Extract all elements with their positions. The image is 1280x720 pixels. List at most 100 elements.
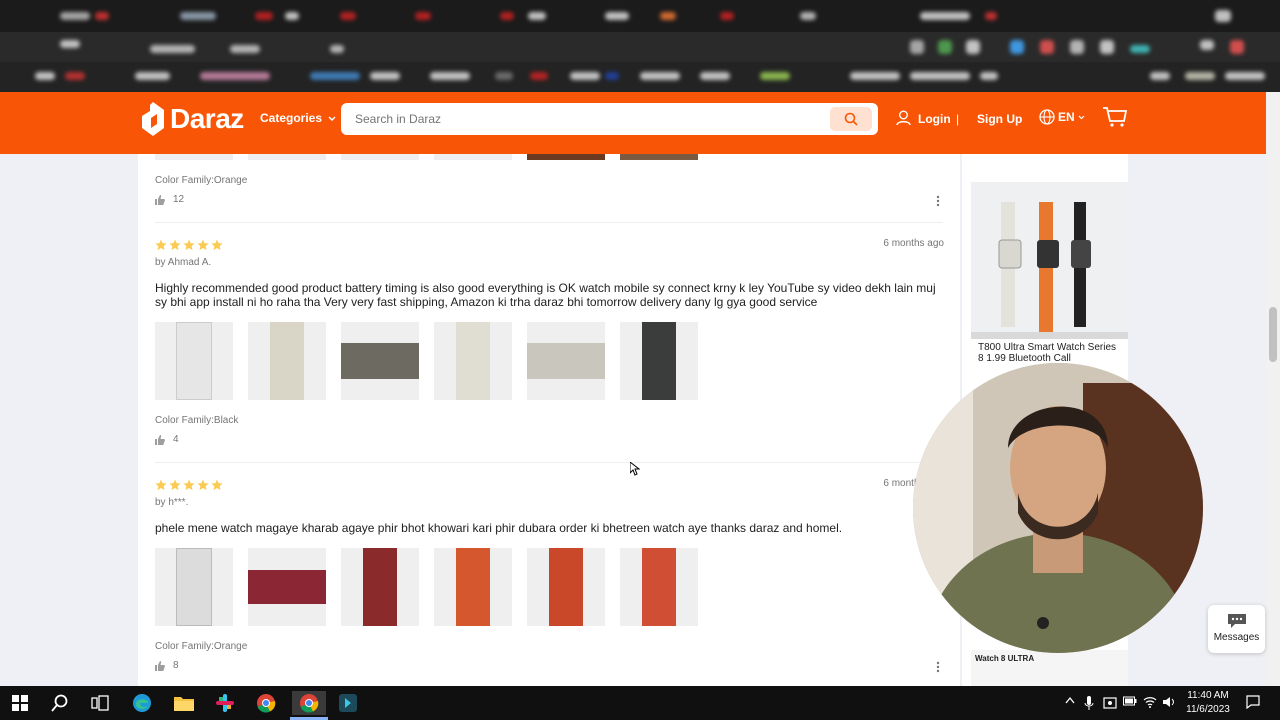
screen-capture-icon[interactable] [1103, 696, 1117, 710]
review-photo[interactable] [527, 322, 605, 400]
star-icon [183, 479, 195, 491]
review-photo[interactable] [341, 322, 419, 400]
star-icon [155, 239, 167, 251]
recorder-app-icon [339, 694, 357, 712]
review-author: by Ahmad A. [155, 257, 212, 268]
presenter-video [913, 363, 1203, 653]
scrollbar-thumb[interactable] [1269, 307, 1277, 362]
review-photo[interactable] [155, 322, 233, 400]
like-count: 8 [173, 660, 179, 671]
taskbar-chrome[interactable] [254, 691, 278, 715]
color-family: Color Family:Black [155, 415, 239, 426]
task-view-button[interactable] [88, 691, 112, 715]
taskbar-chrome-active[interactable] [292, 691, 326, 715]
product-label: Watch 8 ULTRA [975, 654, 1035, 663]
taskbar-clock[interactable]: 11:40 AM 11/6/2023 [1178, 689, 1238, 717]
edge-icon [133, 694, 151, 712]
star-icon [197, 479, 209, 491]
site-header: Daraz Categories Login | Sign Up EN [0, 92, 1266, 154]
color-family: Color Family:Orange [155, 641, 248, 652]
messages-button[interactable]: Messages [1208, 605, 1265, 653]
star-icon [211, 239, 223, 251]
review-photo[interactable] [620, 322, 698, 400]
folder-icon [174, 697, 194, 711]
taskbar-recorder[interactable] [336, 691, 360, 715]
chevron-up-icon[interactable] [1065, 696, 1075, 704]
review-photos [155, 548, 698, 626]
review-photo[interactable] [155, 548, 233, 626]
rating-stars [155, 479, 223, 491]
product-image[interactable] [971, 182, 1128, 339]
review-photo[interactable] [527, 154, 605, 160]
like-count: 4 [173, 434, 179, 445]
like-button[interactable]: 12 [155, 194, 184, 205]
browser-chrome [0, 0, 1280, 92]
notifications-icon[interactable] [1246, 695, 1260, 709]
wifi-icon[interactable] [1143, 696, 1157, 708]
product-image[interactable]: Watch 8 ULTRA [971, 650, 1128, 686]
page-scrollbar[interactable] [1266, 92, 1280, 686]
review-photo[interactable] [620, 548, 698, 626]
star-icon [169, 479, 181, 491]
review-photo[interactable] [248, 154, 326, 160]
webcam-overlay [913, 363, 1203, 653]
review-text: phele mene watch magaye kharab agaye phi… [155, 521, 843, 535]
taskbar-edge[interactable] [130, 691, 154, 715]
review-photo[interactable] [341, 154, 419, 160]
thumbs-up-icon [155, 194, 165, 205]
search-button[interactable] [830, 107, 872, 131]
clock-date: 11/6/2023 [1186, 704, 1230, 715]
battery-icon[interactable] [1123, 696, 1137, 706]
taskbar-search-button[interactable] [48, 691, 72, 715]
review-divider [155, 462, 943, 463]
more-options-icon[interactable] [936, 661, 940, 673]
rating-stars [155, 239, 223, 251]
search-icon [844, 112, 858, 126]
chat-icon [1227, 614, 1246, 628]
chrome-icon [300, 694, 319, 713]
mouse-cursor-icon [630, 462, 640, 476]
review-photo[interactable] [620, 154, 698, 160]
like-count: 12 [173, 194, 185, 205]
star-icon [155, 479, 167, 491]
like-button[interactable]: 4 [155, 434, 179, 445]
signup-link[interactable]: Sign Up [977, 112, 1022, 126]
brand-name: Daraz [170, 103, 244, 134]
more-options-icon[interactable] [936, 195, 940, 207]
review-photo[interactable] [341, 548, 419, 626]
review-photo[interactable] [434, 322, 512, 400]
star-icon [169, 239, 181, 251]
review-photo[interactable] [155, 154, 233, 160]
daraz-logo[interactable]: Daraz [142, 100, 244, 138]
product-title[interactable]: T800 Ultra Smart Watch Series 8 1.99 Blu… [978, 342, 1124, 364]
taskbar-slack[interactable] [213, 691, 237, 715]
globe-icon [1039, 109, 1055, 125]
language-selector[interactable]: EN [1039, 109, 1085, 125]
review-author: by h***. [155, 497, 189, 508]
search-input[interactable] [355, 103, 825, 135]
review-photo[interactable] [248, 548, 326, 626]
like-button[interactable]: 8 [155, 660, 179, 671]
search-icon [51, 694, 68, 712]
review-photo[interactable] [434, 154, 512, 160]
star-icon [211, 479, 223, 491]
cart-icon[interactable] [1102, 106, 1128, 128]
thumbs-up-icon [155, 434, 165, 445]
login-link[interactable]: Login [918, 112, 951, 126]
categories-menu[interactable]: Categories [260, 111, 336, 125]
star-icon [197, 239, 209, 251]
search-box [341, 103, 878, 135]
microphone-icon[interactable] [1084, 696, 1094, 710]
windows-logo-icon [12, 695, 28, 711]
review-divider [155, 222, 943, 223]
header-separator: | [956, 112, 960, 126]
taskbar-file-explorer[interactable] [172, 691, 196, 715]
daraz-logo-icon [142, 102, 164, 136]
review-photo[interactable] [434, 548, 512, 626]
review-photo[interactable] [527, 548, 605, 626]
volume-icon[interactable] [1162, 696, 1176, 708]
review-photo[interactable] [248, 322, 326, 400]
review-date: 6 months ago [883, 238, 944, 249]
windows-start-button[interactable] [8, 691, 32, 715]
clock-time: 11:40 AM [1187, 690, 1229, 701]
